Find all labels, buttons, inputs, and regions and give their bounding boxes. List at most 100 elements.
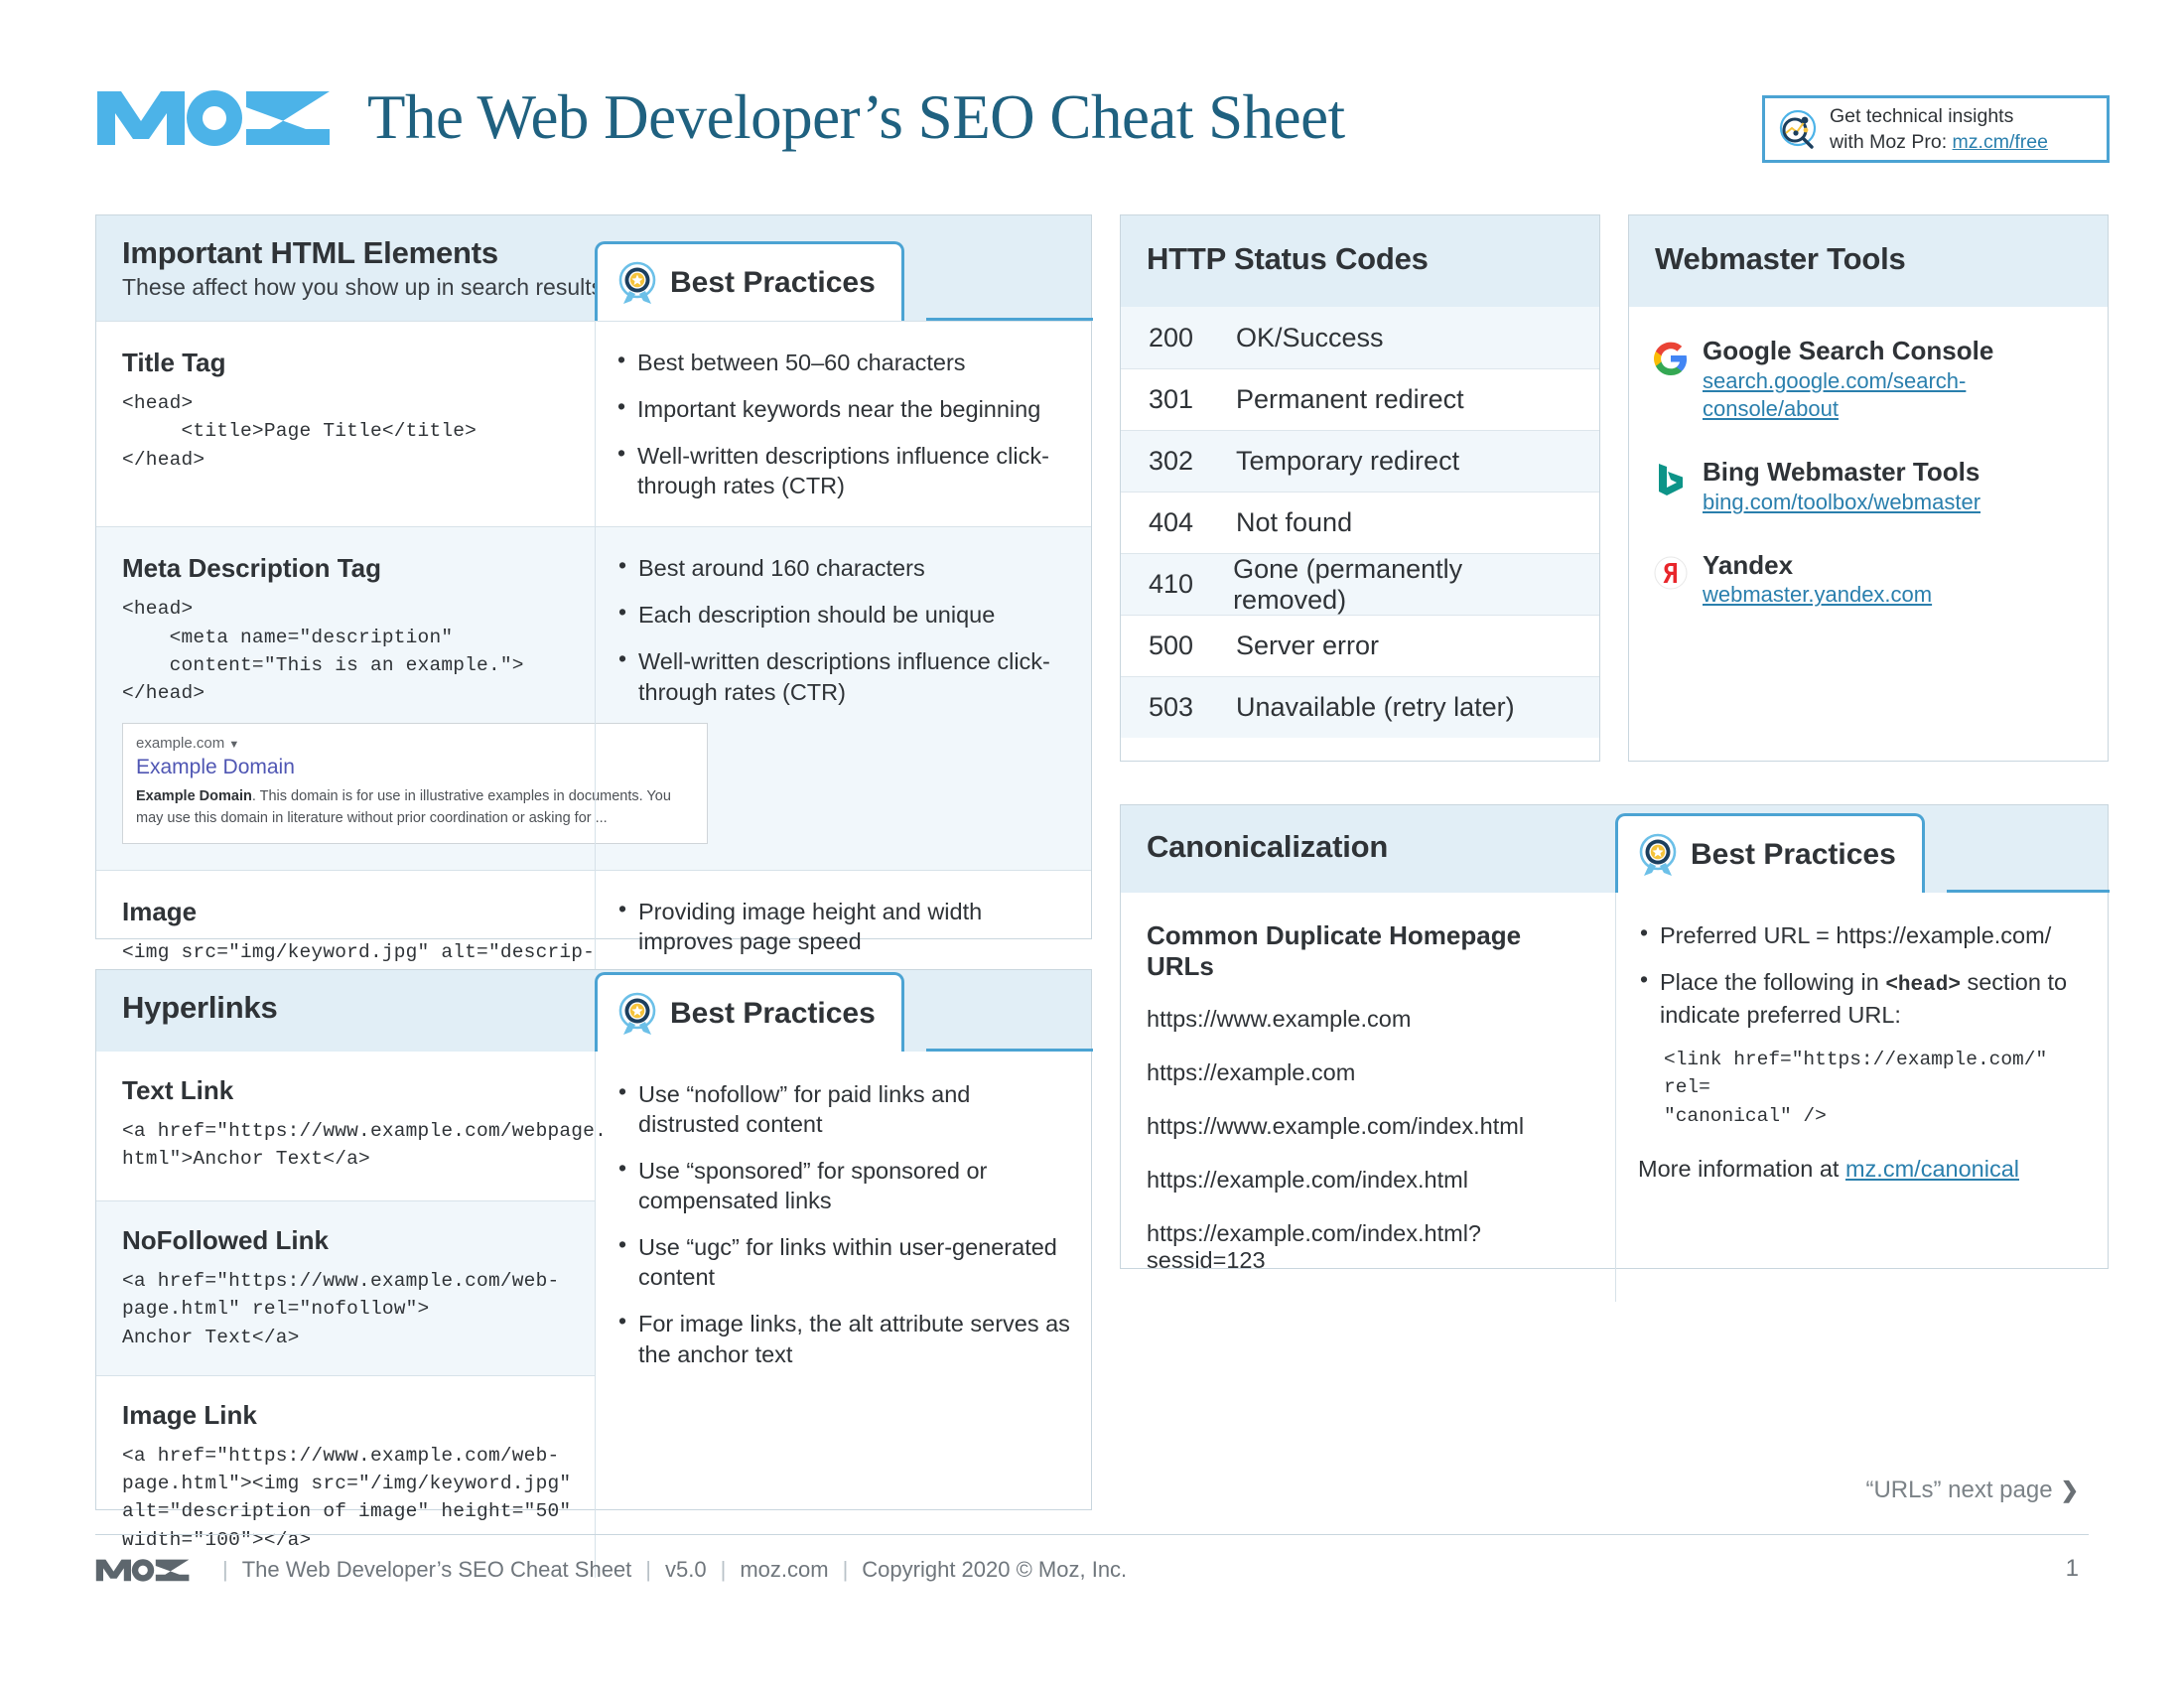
tool-name: Yandex bbox=[1703, 549, 1794, 580]
best-practices-tab-html: Best Practices bbox=[595, 241, 904, 321]
status-desc: Permanent redirect bbox=[1236, 384, 1464, 414]
next-page-label: “URLs” next page bbox=[1865, 1477, 2053, 1503]
row-meta-description: Meta Description Tag <head> <meta name="… bbox=[96, 526, 1091, 870]
next-page-indicator[interactable]: “URLs” next page ❯ bbox=[1865, 1477, 2079, 1504]
bullets-hyperlinks: Use “nofollow” for paid links and distru… bbox=[616, 1077, 1071, 1369]
table-row: 200 OK/Success bbox=[1121, 307, 1599, 368]
item-heading-nofollowed-link: NoFollowed Link bbox=[122, 1225, 329, 1255]
column-divider bbox=[595, 527, 596, 870]
list-item[interactable]: Google Search Console search.google.com/… bbox=[1653, 336, 2084, 424]
chevron-down-icon: ▼ bbox=[228, 739, 240, 752]
list-item-content: Bing Webmaster Tools bing.com/toolbox/we… bbox=[1703, 457, 1980, 517]
code-image-link: <a href="https://www.example.com/web- pa… bbox=[122, 1444, 572, 1551]
bullets-title-tag: Best between 50–60 characters Important … bbox=[615, 346, 1071, 500]
best-practices-badge-icon bbox=[1639, 833, 1677, 876]
table-row: 404 Not found bbox=[1121, 492, 1599, 553]
bullet: Best around 160 characters bbox=[616, 551, 1071, 583]
bullet: Use “nofollow” for paid links and distru… bbox=[616, 1077, 1071, 1139]
bullet: Preferred URL = https://example.com/ bbox=[1638, 918, 2084, 950]
yandex-icon bbox=[1654, 556, 1688, 590]
code-canonical-link: <link href="https://example.com/" rel= "… bbox=[1664, 1049, 2048, 1127]
canonical-right-column: Preferred URL = https://example.com/ Pla… bbox=[1614, 893, 2108, 1302]
tool-url[interactable]: search.google.com/search-console/about bbox=[1703, 367, 2084, 424]
bullet: For image links, the alt attribute serve… bbox=[616, 1307, 1071, 1368]
panel-html-elements: Important HTML Elements These affect how… bbox=[95, 214, 1093, 1021]
more-information: More information at mz.cm/canonical bbox=[1638, 1155, 2019, 1182]
list-item[interactable]: Bing Webmaster Tools bing.com/toolbox/we… bbox=[1653, 457, 2084, 517]
tool-name: Google Search Console bbox=[1703, 336, 1994, 365]
footer-separator: | bbox=[222, 1557, 228, 1582]
code-text-link: <a href="https://www.example.com/webpage… bbox=[122, 1120, 607, 1171]
panel-webmaster-tools: Webmaster Tools Google Search Console se… bbox=[1628, 214, 2109, 762]
footer-separator: | bbox=[842, 1557, 849, 1582]
bullet: Each description should be unique bbox=[616, 598, 1071, 630]
duplicate-url: https://example.com/index.html bbox=[1147, 1167, 1468, 1193]
bullet: Use “ugc” for links within user-generate… bbox=[616, 1230, 1071, 1292]
status-desc: OK/Success bbox=[1236, 322, 1384, 352]
item-heading-title-tag: Title Tag bbox=[122, 348, 226, 377]
panel-canonicalization: Canonicalization Best Practices Common D… bbox=[1120, 804, 2110, 1302]
promo-line-1: Get technical insights bbox=[1830, 104, 2014, 127]
panel-header-http-status: HTTP Status Codes bbox=[1121, 215, 1599, 307]
best-practices-label: Best Practices bbox=[670, 996, 876, 1030]
best-practices-badge-icon bbox=[618, 992, 656, 1035]
duplicate-url: https://example.com bbox=[1147, 1059, 1356, 1085]
hyperlinks-left-column: Text Link <a href="https://www.example.c… bbox=[96, 1052, 607, 1578]
bullet: Use “sponsored” for sponsored or compens… bbox=[616, 1154, 1071, 1215]
page-footer: | The Web Developer’s SEO Cheat Sheet | … bbox=[95, 1557, 1127, 1583]
duplicate-url: https://www.example.com/index.html bbox=[1147, 1113, 1525, 1139]
bullets-meta-description: Best around 160 characters Each descript… bbox=[616, 551, 1071, 706]
status-desc: Not found bbox=[1236, 507, 1353, 537]
row-right-meta-description: Best around 160 characters Each descript… bbox=[595, 527, 1091, 870]
bullet: Place the following in <head> section to… bbox=[1638, 965, 2084, 1030]
promo-link[interactable]: mz.cm/free bbox=[1953, 131, 2048, 153]
footer-title: The Web Developer’s SEO Cheat Sheet bbox=[241, 1557, 632, 1582]
row-left-meta-description: Meta Description Tag <head> <meta name="… bbox=[96, 527, 708, 870]
page-header: The Web Developer’s SEO Cheat Sheet Get … bbox=[0, 0, 2184, 199]
canonical-more-link[interactable]: mz.cm/canonical bbox=[1845, 1156, 2019, 1182]
moz-logo bbox=[97, 90, 330, 146]
table-row: 503 Unavailable (retry later) bbox=[1121, 676, 1599, 738]
tool-url[interactable]: webmaster.yandex.com bbox=[1703, 581, 1932, 610]
tool-url[interactable]: bing.com/toolbox/webmaster bbox=[1703, 489, 1980, 517]
footer-copyright: Copyright 2020 © Moz, Inc. bbox=[862, 1557, 1128, 1582]
table-row: 301 Permanent redirect bbox=[1121, 368, 1599, 430]
cheat-sheet-page: The Web Developer’s SEO Cheat Sheet Get … bbox=[0, 0, 2184, 1688]
panel-header-html-elements: Important HTML Elements These affect how… bbox=[96, 215, 1093, 321]
list-item[interactable]: Yandex webmaster.yandex.com bbox=[1653, 549, 2084, 610]
panel-http-status: HTTP Status Codes 200 OK/Success 301 Perma… bbox=[1120, 214, 1600, 762]
panel-header-webmaster-tools: Webmaster Tools bbox=[1629, 215, 2108, 307]
panel-header-canonicalization: Canonicalization Best Practices bbox=[1121, 805, 2110, 893]
table-row: 410 Gone (permanently removed) bbox=[1121, 553, 1599, 615]
bullet: Well-written descriptions influence clic… bbox=[616, 644, 1071, 706]
footer-separator: | bbox=[720, 1557, 727, 1582]
code-title-tag: <head> <title>Page Title</title> </head> bbox=[122, 392, 478, 471]
status-desc: Server error bbox=[1236, 631, 1380, 660]
column-divider bbox=[595, 1052, 596, 1578]
panel-title-http-status: HTTP Status Codes bbox=[1147, 241, 1429, 276]
status-code: 301 bbox=[1149, 384, 1194, 414]
http-status-list: 200 OK/Success 301 Permanent redirect 302 T… bbox=[1121, 307, 1599, 738]
bullets-canonicalization: Preferred URL = https://example.com/ Pla… bbox=[1638, 918, 2084, 1030]
moz-logo-footer bbox=[95, 1559, 190, 1582]
duplicate-url: https://www.example.com bbox=[1147, 1006, 1412, 1032]
status-code: 500 bbox=[1149, 631, 1194, 660]
promo-box[interactable]: Get technical insights with Moz Pro: mz.… bbox=[1762, 95, 2110, 163]
status-desc: Temporary redirect bbox=[1236, 446, 1460, 476]
status-code: 200 bbox=[1149, 322, 1194, 352]
canonical-left-column: Common Duplicate Homepage URLs https://w… bbox=[1121, 893, 1614, 1302]
row-title-tag: Title Tag <head> <title>Page Title</titl… bbox=[96, 321, 1091, 527]
panel-hyperlinks: Hyperlinks Best Practices Text Link <a h… bbox=[95, 969, 1093, 1578]
list-item-content: Google Search Console search.google.com/… bbox=[1703, 336, 2084, 424]
best-practices-label: Best Practices bbox=[670, 265, 876, 299]
bing-icon bbox=[1659, 464, 1683, 496]
status-desc: Gone (permanently removed) bbox=[1233, 553, 1463, 615]
page-number: 1 bbox=[2065, 1555, 2079, 1582]
bullet: Providing image height and width improve… bbox=[616, 895, 1071, 956]
code-meta-description: <head> <meta name="description" content=… bbox=[122, 598, 524, 705]
table-row: 302 Temporary redirect bbox=[1121, 430, 1599, 492]
hyperlinks-right-column: Use “nofollow” for paid links and distru… bbox=[595, 1052, 1091, 1578]
bullet: Best between 50–60 characters bbox=[615, 346, 1071, 377]
footer-separator: | bbox=[645, 1557, 651, 1582]
footer-version: v5.0 bbox=[665, 1557, 707, 1582]
